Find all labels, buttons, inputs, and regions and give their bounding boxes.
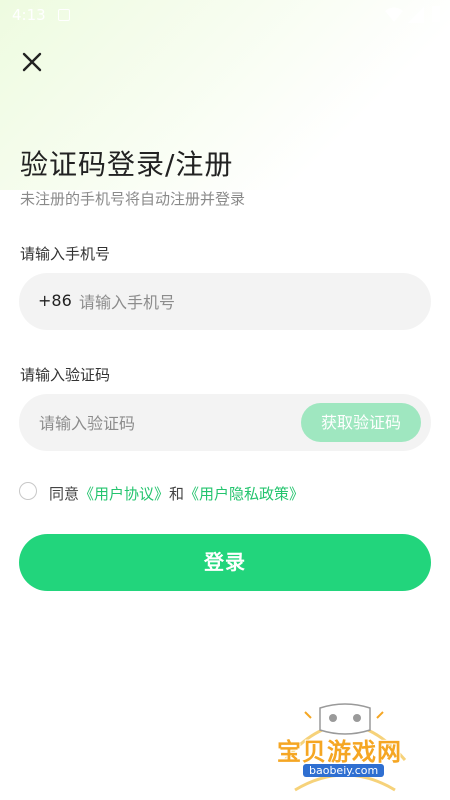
code-field: 获取验证码 bbox=[19, 394, 431, 451]
status-bar: 4:13 bbox=[0, 0, 450, 30]
login-button[interactable]: 登录 bbox=[19, 534, 431, 591]
watermark-logo: 宝贝游戏网 baobeiy.com bbox=[265, 700, 425, 795]
watermark-title: 宝贝游戏网 bbox=[277, 738, 402, 766]
agreement-prefix: 同意 bbox=[49, 485, 80, 503]
code-input[interactable] bbox=[37, 404, 301, 442]
watermark-url: baobeiy.com bbox=[303, 764, 385, 777]
page-subtitle: 未注册的手机号将自动注册并登录 bbox=[20, 190, 246, 208]
battery-icon bbox=[432, 6, 440, 22]
status-time: 4:13 bbox=[12, 6, 46, 24]
agreement-checkbox[interactable] bbox=[19, 482, 37, 500]
phone-label: 请输入手机号 bbox=[20, 245, 111, 263]
get-code-button[interactable]: 获取验证码 bbox=[301, 403, 421, 442]
phone-field: +86 bbox=[19, 273, 431, 330]
close-icon bbox=[22, 52, 42, 72]
agreement-text: 同意《用户协议》和《用户隐私政策》 bbox=[49, 483, 304, 504]
agreement-and: 和 bbox=[169, 485, 185, 503]
code-label: 请输入验证码 bbox=[20, 366, 111, 384]
privacy-policy-link[interactable]: 《用户隐私政策》 bbox=[184, 485, 304, 503]
wifi-icon bbox=[385, 7, 403, 22]
country-code[interactable]: +86 bbox=[38, 291, 72, 310]
notification-icon bbox=[58, 9, 70, 21]
agreement-row: 同意《用户协议》和《用户隐私政策》 bbox=[19, 481, 439, 503]
signal-icon bbox=[408, 7, 424, 23]
phone-input[interactable] bbox=[77, 283, 411, 321]
user-agreement-link[interactable]: 《用户协议》 bbox=[79, 485, 169, 503]
close-button[interactable] bbox=[20, 50, 44, 74]
page-title: 验证码登录/注册 bbox=[20, 148, 234, 181]
